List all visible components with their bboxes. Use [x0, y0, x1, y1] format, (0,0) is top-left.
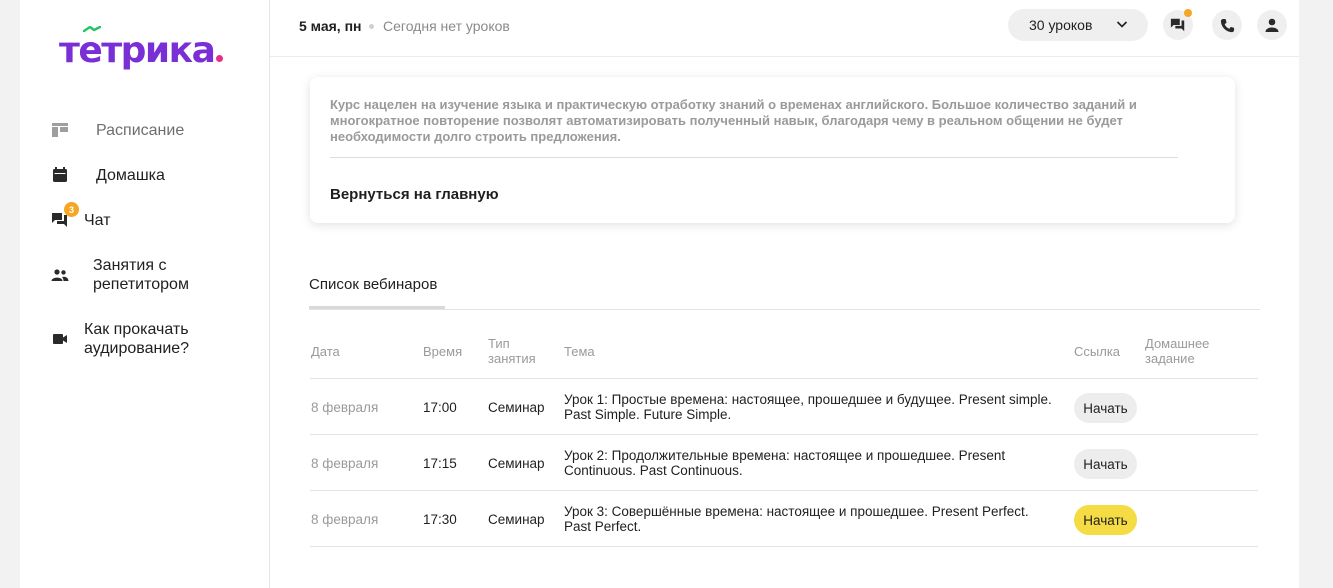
- sidebar-item-tutor-lessons[interactable]: Занятия с репетитором: [48, 256, 248, 294]
- tab-webinar-list[interactable]: Список вебинаров: [309, 276, 437, 293]
- current-date: 5 мая, пн: [299, 18, 362, 34]
- logo-dot: [216, 55, 224, 62]
- start-button[interactable]: Начать: [1074, 449, 1137, 479]
- chat-icon: 3: [48, 202, 79, 232]
- course-description-card: Курс нацелен на изучение языка и практич…: [310, 77, 1235, 223]
- sidebar-item-label: Как прокачать аудирование?: [84, 321, 190, 357]
- schedule-icon: [48, 118, 72, 142]
- sidebar-item-label: Домашка: [96, 166, 165, 184]
- row-time: 17:15: [423, 456, 457, 471]
- row-topic: Урок 2: Продолжительные времена: настоящ…: [564, 448, 1006, 478]
- topbar: 5 мая, пн Сегодня нет уроков 30 уроков: [270, 0, 1299, 57]
- row-topic: Урок 3: Совершённые времена: настоящее и…: [564, 504, 1029, 534]
- logo-text: тетрика: [59, 30, 216, 71]
- row-time: 17:30: [423, 512, 457, 527]
- lessons-count-label: 30 уроков: [1029, 17, 1093, 33]
- row-type: Семинар: [488, 456, 545, 471]
- row-date: 8 февраля: [311, 456, 379, 471]
- row-type: Семинар: [488, 400, 545, 415]
- logo-accent-icon: [83, 26, 101, 32]
- chat-badge: 3: [64, 202, 79, 217]
- column-header-topic: Тема: [564, 344, 595, 359]
- column-header-homework: Домашнее задание: [1145, 336, 1210, 366]
- user-icon: [1265, 18, 1279, 32]
- profile-button[interactable]: [1257, 10, 1287, 40]
- call-button[interactable]: [1212, 10, 1242, 40]
- row-date: 8 февраля: [311, 512, 379, 527]
- sidebar-item-listening[interactable]: Как прокачать аудирование?: [48, 320, 248, 358]
- sidebar-item-label: Занятия с репетитором: [93, 257, 189, 293]
- column-header-date: Дата: [311, 344, 340, 359]
- row-type: Семинар: [488, 512, 545, 527]
- logo[interactable]: тетрика: [59, 26, 224, 71]
- sidebar-item-label: Расписание: [96, 121, 185, 139]
- row-date: 8 февраля: [311, 400, 379, 415]
- messages-button[interactable]: [1163, 9, 1193, 40]
- divider: [330, 157, 1178, 158]
- chevron-down-icon: [1116, 21, 1128, 28]
- table-row: 8 февраля 17:30 Семинар Урок 3: Совершён…: [310, 491, 1258, 547]
- app-window: тетрика Расписание Домашка 3 Чат Занятия…: [20, 0, 1299, 588]
- notification-dot: [1184, 9, 1192, 17]
- phone-icon: [1220, 18, 1234, 32]
- start-button[interactable]: Начать: [1074, 505, 1137, 535]
- column-header-link: Ссылка: [1074, 344, 1121, 359]
- sidebar: тетрика Расписание Домашка 3 Чат Занятия…: [20, 0, 270, 588]
- table-row: 8 февраля 17:15 Семинар Урок 2: Продолжи…: [310, 435, 1258, 491]
- video-icon: [48, 327, 72, 351]
- table-row: 8 февраля 17:00 Семинар Урок 1: Простые …: [310, 379, 1258, 435]
- tab-divider: [309, 309, 1260, 310]
- start-button[interactable]: Начать: [1074, 393, 1137, 423]
- row-topic: Урок 1: Простые времена: настоящее, прош…: [564, 392, 1052, 422]
- today-status: Сегодня нет уроков: [383, 18, 510, 34]
- lessons-count-dropdown[interactable]: 30 уроков: [1008, 9, 1148, 41]
- sidebar-item-chat[interactable]: 3 Чат: [48, 202, 248, 232]
- sidebar-item-label: Чат: [84, 211, 111, 229]
- chat-icon: [1170, 18, 1185, 32]
- separator-dot: [369, 24, 374, 29]
- column-header-time: Время: [423, 344, 463, 359]
- people-icon: [48, 263, 72, 287]
- sidebar-item-schedule[interactable]: Расписание: [48, 118, 248, 142]
- sidebar-item-homework[interactable]: Домашка: [48, 163, 248, 187]
- back-to-main-link[interactable]: Вернуться на главную: [330, 186, 499, 203]
- course-description: Курс нацелен на изучение языка и практич…: [330, 97, 1137, 144]
- column-header-type: Тип занятия: [488, 336, 536, 366]
- row-time: 17:00: [423, 400, 457, 415]
- calendar-icon: [48, 163, 72, 187]
